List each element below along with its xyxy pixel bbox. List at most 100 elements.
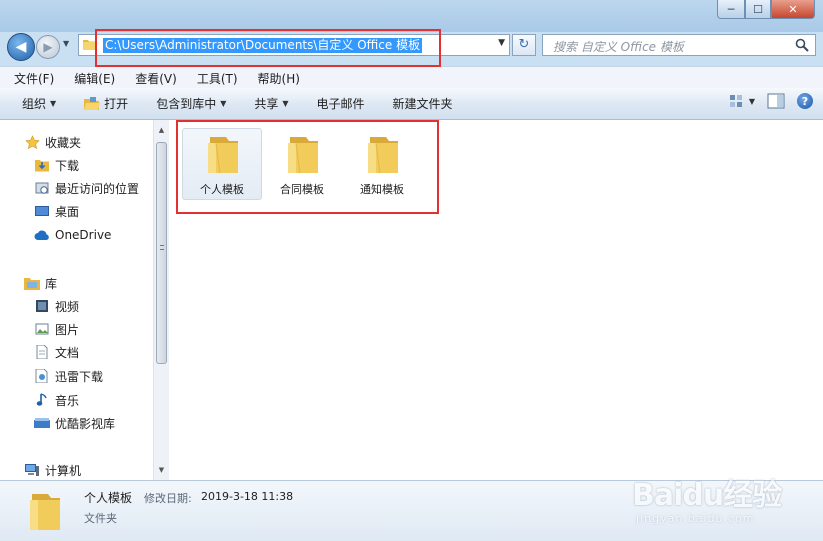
details-name: 个人模板 (84, 491, 133, 505)
refresh-button[interactable]: ↻ (512, 34, 536, 56)
chevron-down-icon: ▼ (748, 96, 755, 106)
music-note-icon (34, 392, 50, 408)
address-path[interactable]: C:\Users\Administrator\Documents\自定义 Off… (103, 38, 423, 53)
new-folder-button[interactable]: 新建文件夹 (379, 95, 467, 112)
sidebar-item-label: 下载 (55, 158, 80, 173)
maximize-button[interactable]: ☐ (745, 0, 771, 19)
menu-view[interactable]: 查看(V) (125, 70, 187, 87)
scroll-up-arrow[interactable]: ▲ (154, 123, 169, 138)
email-button[interactable]: 电子邮件 (303, 95, 379, 112)
sidebar-item-videos[interactable]: 视频 (34, 296, 79, 316)
navigation-scrollbar[interactable]: ▲ ▼ (153, 120, 169, 480)
sidebar-item-computer[interactable]: 计算机 (24, 460, 81, 480)
sidebar-item-label: 库 (45, 276, 58, 291)
sidebar-item-label: 视频 (55, 299, 80, 314)
menu-tools[interactable]: 工具(T) (187, 70, 248, 87)
watermark-url: jingyan.baidu.com (636, 512, 755, 525)
sidebar-item-label: 计算机 (45, 463, 82, 478)
picture-icon (34, 321, 50, 337)
sidebar-item-recent-places[interactable]: 最近访问的位置 (34, 178, 139, 198)
navigation-bar: ◀ ▶ ▼ C:\Users\Administrator\Documents\自… (0, 30, 823, 62)
open-label: 打开 (104, 97, 129, 111)
sidebar-item-favorites[interactable]: 收藏夹 (24, 132, 81, 152)
folder-item-personal-templates[interactable]: 个人模板 (182, 128, 262, 200)
address-dropdown[interactable]: ▼ (498, 38, 505, 48)
menu-edit[interactable]: 编辑(E) (64, 70, 125, 87)
sidebar-item-label: 迅雷下载 (55, 369, 104, 384)
folder-item-notice-templates[interactable]: 通知模板 (342, 128, 422, 200)
scrollbar-thumb[interactable] (156, 142, 167, 364)
folder-icon (30, 494, 60, 530)
sidebar-item-desktop[interactable]: 桌面 (34, 201, 79, 221)
sidebar-item-label: 收藏夹 (45, 135, 82, 150)
include-in-library-label: 包含到库中 (156, 97, 217, 111)
sidebar-item-pictures[interactable]: 图片 (34, 319, 79, 339)
sidebar-item-downloads[interactable]: 下载 (34, 155, 79, 175)
chevron-down-icon: ▼ (220, 99, 227, 108)
sidebar-item-libraries[interactable]: 库 (24, 273, 57, 293)
library-icon (24, 275, 40, 291)
address-bar[interactable]: C:\Users\Administrator\Documents\自定义 Off… (78, 34, 510, 56)
minimize-button[interactable]: ─ (717, 0, 745, 19)
folder-icon (208, 137, 238, 174)
youku-library-icon (34, 415, 50, 431)
computer-icon (24, 462, 40, 478)
command-bar: 组织 ▼ 打开 包含到库中 ▼ 共享 ▼ 电子邮件 新建文件夹 ▼ ? (0, 88, 823, 120)
thunder-download-icon (34, 368, 50, 384)
search-box[interactable]: 搜索 自定义 Office 模板 (542, 34, 816, 56)
sidebar-item-youku-library[interactable]: 优酷影视库 (34, 413, 115, 433)
change-view-button[interactable]: ▼ (729, 93, 755, 109)
folder-icon (83, 40, 97, 50)
sidebar-item-label: 图片 (55, 322, 80, 337)
folder-icon (288, 137, 318, 174)
help-icon[interactable]: ? (797, 93, 813, 109)
sidebar-item-label: 文档 (55, 345, 80, 360)
back-button[interactable]: ◀ (7, 33, 35, 61)
search-icon[interactable] (794, 37, 810, 53)
scroll-down-arrow[interactable]: ▼ (154, 463, 169, 478)
share-label: 共享 (254, 97, 279, 111)
details-modified-label: 修改日期: (144, 492, 192, 505)
close-button[interactable]: ✕ (771, 0, 815, 19)
window-controls: ─ ☐ ✕ (717, 0, 815, 19)
recent-places-icon (34, 180, 50, 196)
menu-help[interactable]: 帮助(H) (248, 70, 310, 87)
menu-file[interactable]: 文件(F) (0, 70, 64, 87)
video-icon (34, 298, 50, 314)
include-in-library-button[interactable]: 包含到库中 ▼ (142, 95, 240, 112)
file-list: 个人模板 合同模板 通知模板 (169, 120, 823, 480)
desktop-icon (34, 203, 50, 219)
recent-pages-dropdown[interactable]: ▼ (63, 39, 69, 48)
view-options-icon (729, 95, 742, 107)
sidebar-item-thunder-downloads[interactable]: 迅雷下载 (34, 366, 103, 386)
new-folder-label: 新建文件夹 (392, 97, 453, 111)
search-input[interactable]: 搜索 自定义 Office 模板 (553, 38, 684, 55)
baidu-watermark: Baidu经验 jingyan.baidu.com (632, 466, 812, 534)
navigation-pane: 收藏夹 下载 最近访问的位置 桌面 OneDrive 库 视频 图片 文档 迅雷… (0, 120, 153, 480)
title-bar: ─ ☐ ✕ (0, 0, 823, 32)
folder-label: 合同模板 (280, 183, 324, 196)
star-icon (24, 134, 40, 150)
share-button[interactable]: 共享 ▼ (240, 95, 302, 112)
cloud-icon (34, 227, 50, 243)
open-button[interactable]: 打开 (70, 95, 142, 112)
organize-button[interactable]: 组织 ▼ (0, 95, 70, 112)
folder-label: 通知模板 (360, 183, 404, 196)
sidebar-item-label: 优酷影视库 (55, 416, 116, 431)
sidebar-item-music[interactable]: 音乐 (34, 390, 79, 410)
sidebar-item-label: 最近访问的位置 (55, 181, 140, 196)
sidebar-item-documents[interactable]: 文档 (34, 342, 79, 362)
folder-icon (368, 137, 398, 174)
folder-item-contract-templates[interactable]: 合同模板 (262, 128, 342, 200)
chevron-down-icon: ▼ (282, 99, 289, 108)
folder-label: 个人模板 (200, 183, 244, 196)
document-icon (34, 344, 50, 360)
sidebar-item-onedrive[interactable]: OneDrive (34, 225, 111, 245)
menu-bar: 文件(F) 编辑(E) 查看(V) 工具(T) 帮助(H) (0, 66, 823, 89)
watermark-brand: Baidu经验 (632, 478, 782, 513)
email-label: 电子邮件 (316, 97, 365, 111)
downloads-folder-icon (34, 157, 50, 173)
details-type: 文件夹 (84, 512, 117, 525)
preview-pane-icon[interactable] (767, 93, 785, 109)
forward-button[interactable]: ▶ (36, 35, 60, 59)
